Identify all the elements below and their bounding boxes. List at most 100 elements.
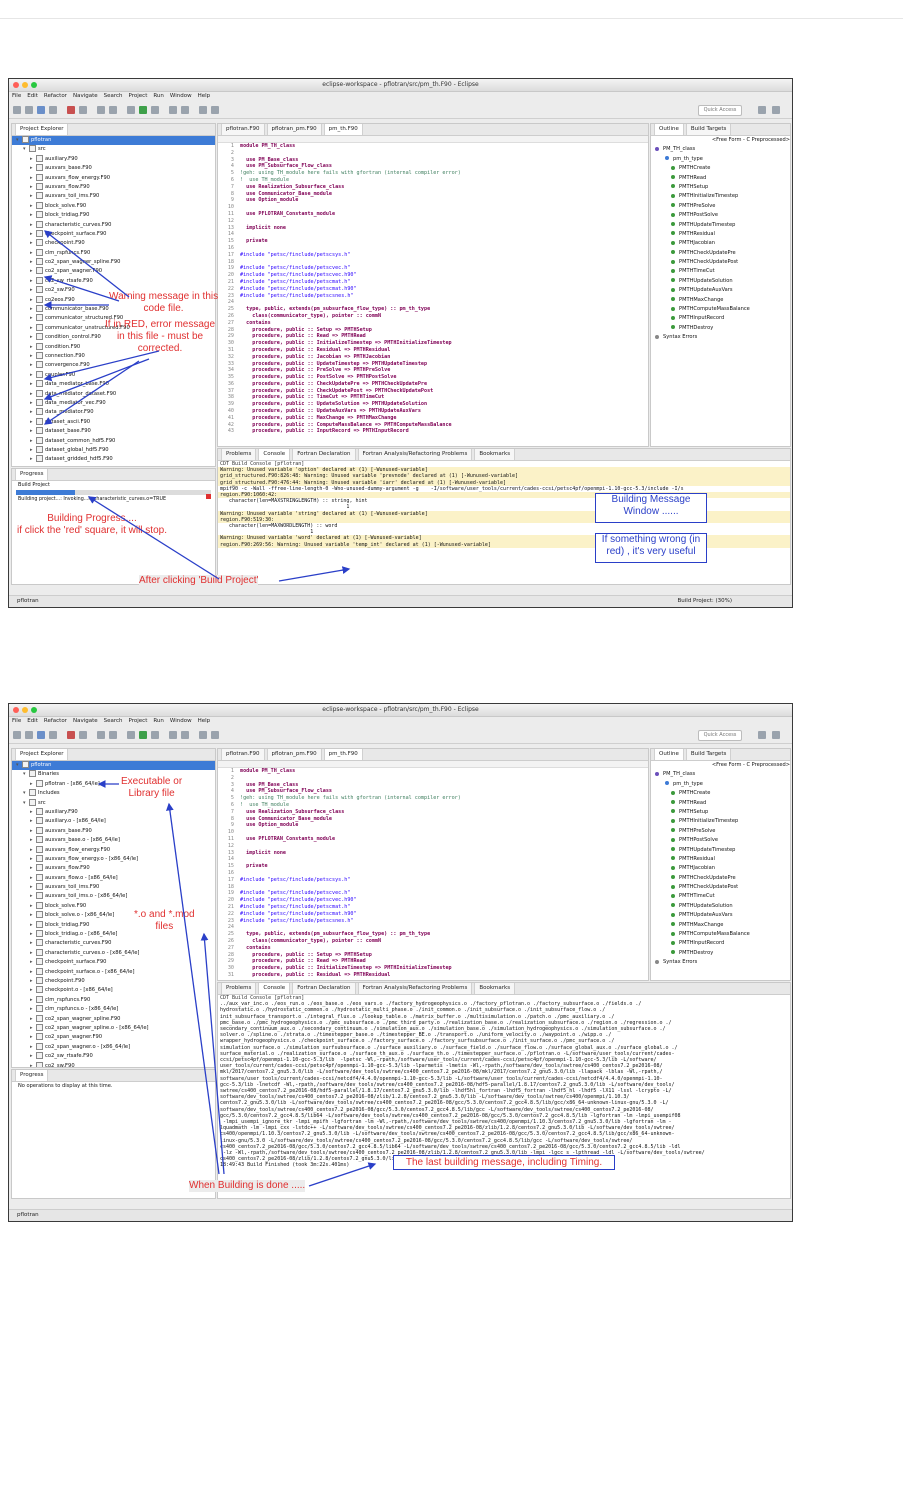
code-editor[interactable]: 1 module PM_TH_class 2 3 use PM_Base_class 4… bbox=[218, 768, 648, 979]
terminal-icon[interactable] bbox=[79, 106, 87, 114]
tab-build-targets[interactable]: Build Targets bbox=[685, 124, 732, 135]
tab-bookmarks[interactable]: Bookmarks bbox=[474, 983, 516, 994]
outline-item[interactable]: PMTHTimeCut bbox=[651, 892, 790, 901]
console-output[interactable]: ../aux_var_inc.o ./eos_run.o ./eos_base.… bbox=[218, 1001, 790, 1168]
outline-item[interactable]: PMTHCreate bbox=[651, 164, 790, 173]
menu-edit[interactable]: Edit bbox=[27, 93, 38, 99]
tree-item[interactable]: ▸ dataset_ascii.F90 bbox=[12, 417, 215, 427]
open-type-icon[interactable] bbox=[109, 731, 117, 739]
close-dot-icon[interactable] bbox=[13, 707, 19, 713]
outline-item[interactable]: PMTHCheckUpdatePre bbox=[651, 249, 790, 258]
tree-item[interactable]: ▸ auxvars_flow_energy.F90 bbox=[12, 173, 215, 183]
build-icon[interactable] bbox=[37, 106, 45, 114]
clean-icon[interactable] bbox=[49, 106, 57, 114]
tree-item[interactable]: ▾ pflotran bbox=[12, 761, 215, 771]
tree-item[interactable]: ▸ auxvars_toil_ims.o - [x86_64/le] bbox=[12, 892, 215, 901]
tree-item[interactable]: ▸ co2_span_wagner_spline.F90 bbox=[12, 1014, 215, 1024]
tab-project-explorer[interactable]: Project Explorer bbox=[15, 749, 69, 760]
tree-item[interactable]: ▸ co2_span_wagner.F90 bbox=[12, 1033, 215, 1042]
tree-item[interactable]: ▸ auxvars_flow.F90 bbox=[12, 864, 215, 873]
open-file-icon[interactable] bbox=[127, 731, 135, 739]
tree-item[interactable]: ▾ Binaries bbox=[12, 770, 215, 779]
tree-item[interactable]: ▸ auxvars_flow_energy.F90 bbox=[12, 845, 215, 855]
tab-console[interactable]: Console bbox=[258, 983, 291, 994]
outline-item[interactable]: PMTHUpdateAuxVars bbox=[651, 911, 790, 920]
tree-item[interactable]: ▸ characteristic_curves.F90 bbox=[12, 939, 215, 948]
outline-item[interactable]: PMTHUpdateSolution bbox=[651, 277, 790, 286]
outline-item[interactable]: PMTHComputeMassBalance bbox=[651, 930, 790, 939]
tree-item[interactable]: ▸ block_tridiag.F90 bbox=[12, 211, 215, 220]
tab-console[interactable]: Console bbox=[258, 449, 291, 460]
back-icon[interactable] bbox=[199, 731, 207, 739]
outline-item[interactable]: PMTHUpdateAuxVars bbox=[651, 286, 790, 295]
outline-item[interactable]: PMTHInitializeTimestep bbox=[651, 192, 790, 201]
outline-item[interactable]: PMTHComputeMassBalance bbox=[651, 305, 790, 314]
tree-item[interactable]: ▸ auxiliary.F90 bbox=[12, 807, 215, 817]
menu-search[interactable]: Search bbox=[104, 93, 123, 99]
clean-icon[interactable] bbox=[49, 731, 57, 739]
tree-item[interactable]: ▸ checkpoint.F90 bbox=[12, 239, 215, 248]
tab-pflotran-f90[interactable]: pflotran.F90 bbox=[221, 749, 265, 760]
menu-project[interactable]: Project bbox=[129, 718, 148, 724]
external-tools-icon[interactable] bbox=[151, 106, 159, 114]
tree-item[interactable]: ▸ co2_sw_rtsafe.F90 bbox=[12, 276, 215, 286]
menu-navigate[interactable]: Navigate bbox=[73, 93, 98, 99]
tab-project-explorer[interactable]: Project Explorer bbox=[15, 124, 69, 135]
menu-refactor[interactable]: Refactor bbox=[44, 93, 67, 99]
tree-item[interactable]: ▸ auxvars_base.o - [x86_64/le] bbox=[12, 836, 215, 845]
stop-build-square-icon[interactable] bbox=[206, 494, 211, 499]
tree-item[interactable]: ▸ characteristic_curves.o - [x86_64/le] bbox=[12, 948, 215, 958]
outline-item[interactable]: PMTHUpdateTimestep bbox=[651, 221, 790, 230]
outline-item[interactable]: PMTHPostSolve bbox=[651, 836, 790, 845]
tree-item[interactable]: ▸ data_mediator_vec.F90 bbox=[12, 398, 215, 408]
tab-fortran-analysis[interactable]: Fortran Analysis/Refactoring Problems bbox=[357, 983, 473, 994]
tree-item[interactable]: ▸ pflotran - [x86_64/le] bbox=[12, 779, 215, 789]
tab-problems[interactable]: Problems bbox=[221, 449, 257, 460]
tree-item[interactable]: ▸ auxvars_flow.F90 bbox=[12, 182, 215, 192]
tree-item[interactable]: ▾ pflotran bbox=[12, 136, 215, 146]
tree-item[interactable]: ▸ data_mediator_dataset.F90 bbox=[12, 389, 215, 399]
tree-item[interactable]: ▸ co2_span_wagner.o - [x86_64/le] bbox=[12, 1042, 215, 1052]
code-editor[interactable]: 1 module PM_TH_class 2 3 use PM_Base_class 4… bbox=[218, 143, 648, 435]
outline-item[interactable]: PMTHDestroy bbox=[651, 324, 790, 333]
open-type-icon[interactable] bbox=[109, 106, 117, 114]
tree-item[interactable]: ▸ checkpoint_surface.F90 bbox=[12, 229, 215, 239]
tab-pm-th-f90[interactable]: pm_th.F90 bbox=[323, 749, 363, 760]
tree-item[interactable]: ▸ checkpoint.o - [x86_64/le] bbox=[12, 986, 215, 995]
tree-item[interactable]: ▸ block_solve.F90 bbox=[12, 201, 215, 211]
outline-item[interactable]: PMTHJacobian bbox=[651, 864, 790, 873]
tree-item[interactable]: ▸ auxvars_base.F90 bbox=[12, 826, 215, 836]
forward-icon[interactable] bbox=[211, 106, 219, 114]
outline-item[interactable]: PMTHCheckUpdatePost bbox=[651, 258, 790, 267]
outline-item[interactable]: PMTHTimeCut bbox=[651, 267, 790, 276]
menu-help[interactable]: Help bbox=[198, 93, 211, 99]
tree-item[interactable]: ▸ dataset_gridded_hdf5.F90 bbox=[12, 455, 215, 464]
tree-item[interactable]: ▸ auxvars_base.F90 bbox=[12, 164, 215, 173]
tree-item[interactable]: ▸ data_mediator_base.F90 bbox=[12, 380, 215, 389]
outline-item[interactable]: PMTHSetup bbox=[651, 183, 790, 192]
open-file-icon[interactable] bbox=[127, 106, 135, 114]
minimize-dot-icon[interactable] bbox=[22, 82, 28, 88]
tree-item[interactable]: ▾ src bbox=[12, 145, 215, 154]
run-icon[interactable] bbox=[139, 731, 147, 739]
tree-item[interactable]: ▸ checkpoint_surface.F90 bbox=[12, 958, 215, 967]
tree-item[interactable]: ▸ auxiliary.o - [x86_64/le] bbox=[12, 817, 215, 826]
tab-pflotran-f90[interactable]: pflotran.F90 bbox=[221, 124, 265, 135]
tab-progress[interactable]: Progress bbox=[15, 469, 49, 480]
stop-icon[interactable] bbox=[97, 731, 105, 739]
annotation-icon[interactable] bbox=[181, 106, 189, 114]
outline-item[interactable]: PMTHInitializeTimestep bbox=[651, 817, 790, 826]
tree-item[interactable]: ▸ dataset_global_hdf5.F90 bbox=[12, 445, 215, 455]
tree-item[interactable]: ▾ Includes bbox=[12, 789, 215, 798]
outline-item[interactable]: PMTHSetup bbox=[651, 808, 790, 817]
cpp-perspective-icon[interactable] bbox=[772, 106, 780, 114]
tree-item[interactable]: ▸ auxvars_toil_ims.F90 bbox=[12, 192, 215, 201]
menu-window[interactable]: Window bbox=[170, 93, 192, 99]
outline-item[interactable]: PMTHCheckUpdatePre bbox=[651, 874, 790, 883]
outline-item[interactable]: PMTHUpdateSolution bbox=[651, 902, 790, 911]
tab-build-targets[interactable]: Build Targets bbox=[685, 749, 732, 760]
menu-window[interactable]: Window bbox=[170, 718, 192, 724]
zoom-dot-icon[interactable] bbox=[31, 82, 37, 88]
tree-item[interactable]: ▸ clm_rspfuncs.F90 bbox=[12, 995, 215, 1005]
menu-navigate[interactable]: Navigate bbox=[73, 718, 98, 724]
